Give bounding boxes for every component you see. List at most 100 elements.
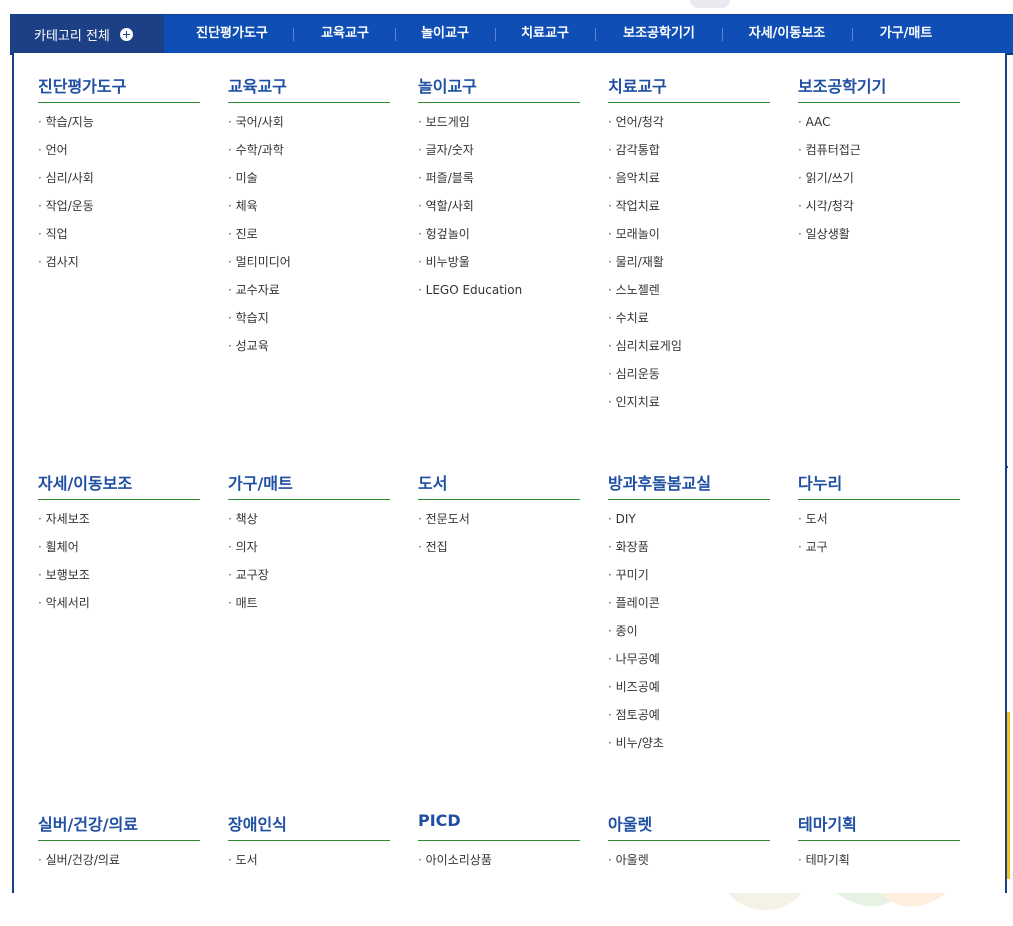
- subcategory-item[interactable]: 멀티미디어: [228, 255, 390, 283]
- subcategory-item[interactable]: 진로: [228, 227, 390, 255]
- category-title[interactable]: 다누리: [798, 470, 960, 500]
- subcategory-item[interactable]: 보행보조: [38, 568, 200, 596]
- category-title[interactable]: 자세/이동보조: [38, 470, 200, 500]
- subcategory-item[interactable]: 교수자료: [228, 283, 390, 311]
- category-title[interactable]: 가구/매트: [228, 470, 390, 500]
- subcategory-item[interactable]: 비즈공예: [608, 680, 770, 708]
- subcategory-list: 아울렛: [608, 853, 770, 881]
- category-title[interactable]: 테마기획: [798, 811, 960, 841]
- category-title[interactable]: 방과후돌봄교실: [608, 470, 770, 500]
- subcategory-item[interactable]: 학습지: [228, 311, 390, 339]
- nav-item-therapy[interactable]: 치료교구: [521, 15, 569, 53]
- subcategory-list: 언어/청각 감각통합 음악치료 작업치료 모래놀이 물리/재활 스노젤렌 수치료…: [608, 115, 770, 423]
- subcategory-item[interactable]: 검사지: [38, 255, 200, 283]
- nav-item-assistive-tech[interactable]: 보조공학기기: [623, 15, 695, 53]
- category-books: 도서 전문도서 전집: [418, 470, 580, 568]
- subcategory-item[interactable]: 국어/사회: [228, 115, 390, 143]
- subcategory-item[interactable]: 종이: [608, 624, 770, 652]
- subcategory-item[interactable]: 꾸미기: [608, 568, 770, 596]
- subcategory-item[interactable]: 음악치료: [608, 171, 770, 199]
- subcategory-item[interactable]: 수학/과학: [228, 143, 390, 171]
- subcategory-item[interactable]: 악세서리: [38, 596, 200, 624]
- category-title[interactable]: 치료교구: [608, 73, 770, 103]
- subcategory-item[interactable]: 체육: [228, 199, 390, 227]
- subcategory-item[interactable]: 인지치료: [608, 395, 770, 423]
- subcategory-item[interactable]: 의자: [228, 540, 390, 568]
- nav-item-furniture-mat[interactable]: 가구/매트: [880, 15, 933, 53]
- subcategory-item[interactable]: 나무공예: [608, 652, 770, 680]
- subcategory-item[interactable]: 화장품: [608, 540, 770, 568]
- category-picd: PICD 아이소리상품: [418, 811, 580, 881]
- subcategory-item[interactable]: 일상생활: [798, 227, 960, 255]
- subcategory-item[interactable]: 직업: [38, 227, 200, 255]
- category-title[interactable]: 도서: [418, 470, 580, 500]
- subcategory-item[interactable]: 수치료: [608, 311, 770, 339]
- subcategory-item[interactable]: 아이소리상품: [418, 853, 580, 881]
- subcategory-item[interactable]: 테마기획: [798, 853, 960, 881]
- subcategory-item[interactable]: 학습/지능: [38, 115, 200, 143]
- subcategory-item[interactable]: 전집: [418, 540, 580, 568]
- subcategory-item[interactable]: 시각/청각: [798, 199, 960, 227]
- subcategory-item[interactable]: 교구: [798, 540, 960, 568]
- subcategory-item[interactable]: 언어/청각: [608, 115, 770, 143]
- subcategory-item[interactable]: 스노젤렌: [608, 283, 770, 311]
- subcategory-item[interactable]: 비누방울: [418, 255, 580, 283]
- subcategory-item[interactable]: 심리운동: [608, 367, 770, 395]
- subcategory-item[interactable]: 헝겊놀이: [418, 227, 580, 255]
- subcategory-item[interactable]: 퍼즐/블록: [418, 171, 580, 199]
- subcategory-item[interactable]: 언어: [38, 143, 200, 171]
- category-assistive-tech: 보조공학기기 AAC 컴퓨터접근 읽기/쓰기 시각/청각 일상생활: [798, 73, 960, 255]
- category-silver-health: 실버/건강/의료 실버/건강/의료: [38, 811, 200, 881]
- subcategory-item[interactable]: 비누/양초: [608, 736, 770, 764]
- subcategory-item[interactable]: 실버/건강/의료: [38, 853, 200, 881]
- subcategory-item[interactable]: 읽기/쓰기: [798, 171, 960, 199]
- category-title[interactable]: 실버/건강/의료: [38, 811, 200, 841]
- subcategory-item[interactable]: 매트: [228, 596, 390, 624]
- category-diagnostic: 진단평가도구 학습/지능 언어 심리/사회 작업/운동 직업 검사지: [38, 73, 200, 283]
- subcategory-item[interactable]: 성교육: [228, 339, 390, 367]
- category-title[interactable]: 놀이교구: [418, 73, 580, 103]
- subcategory-item[interactable]: 휠체어: [38, 540, 200, 568]
- category-title[interactable]: 교육교구: [228, 73, 390, 103]
- subcategory-item[interactable]: 작업치료: [608, 199, 770, 227]
- subcategory-item[interactable]: 아울렛: [608, 853, 770, 881]
- subcategory-item[interactable]: 컴퓨터접근: [798, 143, 960, 171]
- subcategory-item[interactable]: 작업/운동: [38, 199, 200, 227]
- category-title[interactable]: 아울렛: [608, 811, 770, 841]
- all-categories-label: 카테고리 전체: [34, 28, 110, 44]
- all-categories-button[interactable]: 카테고리 전체: [10, 15, 164, 53]
- nav-item-posture-mobility[interactable]: 자세/이동보조: [749, 15, 826, 53]
- nav-item-play[interactable]: 놀이교구: [421, 15, 469, 53]
- subcategory-item[interactable]: 물리/재활: [608, 255, 770, 283]
- nav-item-diagnostic[interactable]: 진단평가도구: [196, 15, 268, 53]
- subcategory-item[interactable]: 교구장: [228, 568, 390, 596]
- subcategory-list: 책상 의자 교구장 매트: [228, 512, 390, 624]
- subcategory-item[interactable]: AAC: [798, 115, 960, 143]
- subcategory-item[interactable]: 미술: [228, 171, 390, 199]
- subcategory-list: 학습/지능 언어 심리/사회 작업/운동 직업 검사지: [38, 115, 200, 283]
- subcategory-item[interactable]: 도서: [228, 853, 390, 881]
- subcategory-item[interactable]: 역할/사회: [418, 199, 580, 227]
- nav-separator: [852, 28, 853, 41]
- subcategory-item[interactable]: 도서: [798, 512, 960, 540]
- nav-item-education[interactable]: 교육교구: [321, 15, 369, 53]
- subcategory-item[interactable]: 심리치료게임: [608, 339, 770, 367]
- subcategory-item[interactable]: 자세보조: [38, 512, 200, 540]
- subcategory-item[interactable]: DIY: [608, 512, 770, 540]
- subcategory-item[interactable]: 플레이콘: [608, 596, 770, 624]
- category-title[interactable]: PICD: [418, 811, 580, 841]
- subcategory-item[interactable]: LEGO Education: [418, 283, 580, 311]
- subcategory-item[interactable]: 모래놀이: [608, 227, 770, 255]
- category-title[interactable]: 진단평가도구: [38, 73, 200, 103]
- subcategory-item[interactable]: 전문도서: [418, 512, 580, 540]
- category-theme-special: 테마기획 테마기획: [798, 811, 960, 881]
- subcategory-item[interactable]: 심리/사회: [38, 171, 200, 199]
- category-title[interactable]: 장애인식: [228, 811, 390, 841]
- subcategory-item[interactable]: 보드게임: [418, 115, 580, 143]
- category-title[interactable]: 보조공학기기: [798, 73, 960, 103]
- subcategory-item[interactable]: 글자/숫자: [418, 143, 580, 171]
- subcategory-item[interactable]: 감각통합: [608, 143, 770, 171]
- subcategory-item[interactable]: 점토공예: [608, 708, 770, 736]
- subcategory-item[interactable]: 책상: [228, 512, 390, 540]
- subcategory-list: 테마기획: [798, 853, 960, 881]
